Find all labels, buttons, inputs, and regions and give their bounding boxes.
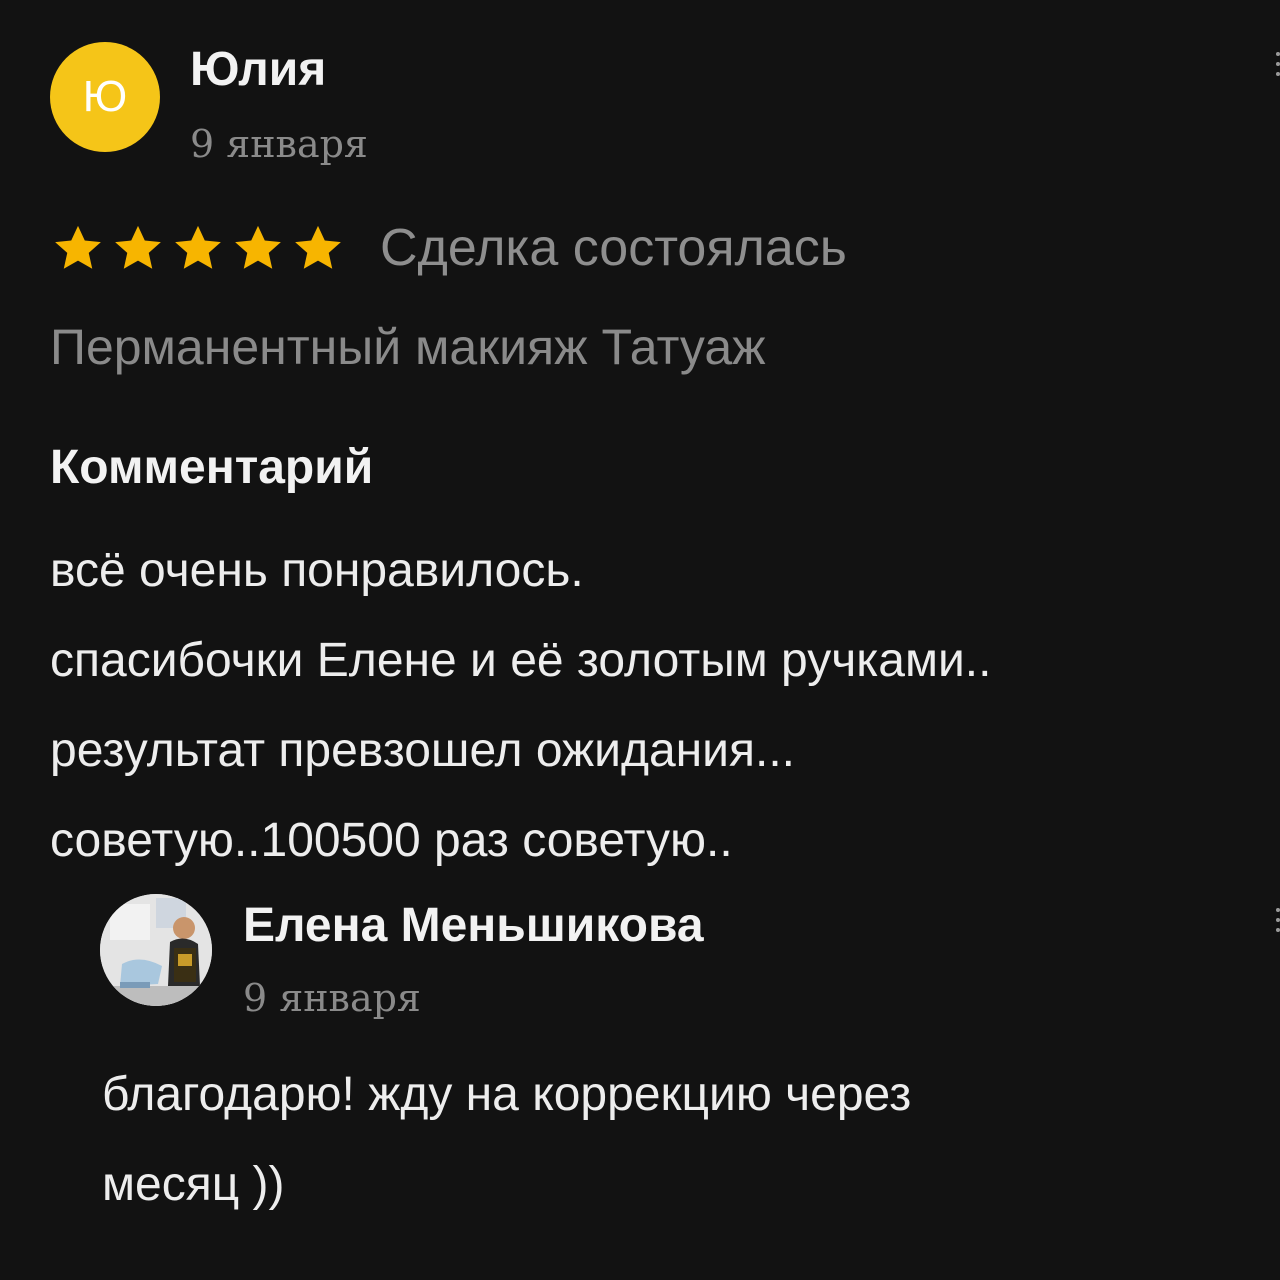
review-date: 9 января	[190, 122, 368, 166]
review-author-name[interactable]: Юлия	[190, 42, 326, 97]
reply-text: благодарю! жду на коррекцию через месяц …	[102, 1050, 1202, 1230]
reply-date: 9 января	[243, 976, 421, 1020]
comment-line: результат превзошел ожидания...	[50, 724, 795, 777]
reply-author-name[interactable]: Елена Меньшикова	[243, 898, 704, 953]
avatar[interactable]: Ю	[50, 42, 160, 152]
star-icon	[235, 225, 281, 269]
more-options-icon[interactable]	[1270, 52, 1280, 76]
star-rating	[50, 220, 346, 276]
reply-line: месяц ))	[102, 1158, 285, 1211]
comment-line: спасибочки Елене и её золотым ручками..	[50, 634, 992, 687]
reply-card: Елена Меньшикова 9 января благодарю! жду…	[0, 880, 1280, 1280]
rating-row: Сделка состоялась	[50, 218, 847, 278]
star-icon	[115, 225, 161, 269]
comment-text: всё очень понравилось. спасибочки Елене …	[50, 526, 1250, 886]
avatar-initial: Ю	[82, 72, 128, 121]
profile-photo-icon	[100, 894, 212, 1006]
comment-heading: Комментарий	[50, 441, 374, 494]
reply-avatar[interactable]	[100, 894, 212, 1006]
comment-line: всё очень понравилось.	[50, 544, 584, 597]
service-name: Перманентный макияж Татуаж	[50, 319, 766, 375]
star-icon	[55, 225, 101, 269]
deal-status: Сделка состоялась	[380, 219, 847, 277]
star-icon	[175, 225, 221, 269]
star-icon	[295, 225, 341, 269]
review-card: Ю Юлия 9 января Сделка состоялась Перман…	[0, 0, 1280, 870]
comment-line: советую..100500 раз советую..	[50, 814, 733, 867]
reply-line: благодарю! жду на коррекцию через	[102, 1068, 912, 1121]
reply-more-options-icon[interactable]	[1270, 908, 1280, 932]
